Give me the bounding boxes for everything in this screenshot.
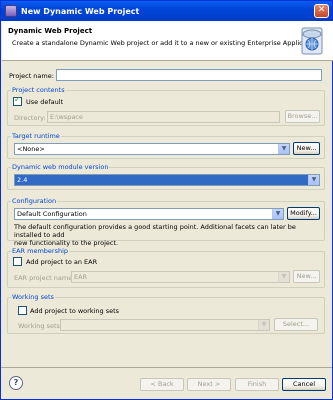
project-name-input[interactable] bbox=[56, 69, 322, 81]
next-button[interactable]: Next > bbox=[187, 378, 231, 391]
back-button[interactable]: < Back bbox=[140, 378, 184, 391]
target-runtime-new-button[interactable]: New... bbox=[293, 142, 320, 155]
target-runtime-value: <None> bbox=[17, 145, 45, 153]
add-to-working-sets-checkbox[interactable] bbox=[18, 306, 27, 315]
chevron-down-icon[interactable]: ▼ bbox=[308, 175, 319, 185]
window-title: New Dynamic Web Project bbox=[21, 6, 140, 16]
check-icon: ✓ bbox=[14, 95, 21, 104]
ear-project-name-value: EAR bbox=[74, 273, 88, 281]
help-icon[interactable]: ? bbox=[9, 376, 23, 390]
configuration-modify-button[interactable]: Modify... bbox=[287, 207, 320, 220]
project-name-label: Project name: bbox=[9, 72, 54, 80]
chevron-down-icon[interactable]: ▼ bbox=[258, 320, 269, 330]
add-to-working-sets-label: Add project to working sets bbox=[30, 307, 120, 315]
chevron-down-icon[interactable]: ▼ bbox=[278, 272, 289, 282]
directory-input[interactable]: E:\wspace bbox=[47, 111, 280, 123]
web-project-wizard-banner-icon bbox=[301, 27, 323, 55]
module-version-title: Dynamic web module version bbox=[11, 163, 110, 171]
module-version-value: 2.4 bbox=[17, 176, 28, 184]
project-contents-title: Project contents bbox=[11, 86, 66, 94]
add-to-ear-label: Add project to an EAR bbox=[26, 258, 98, 266]
working-sets-title: Working sets bbox=[11, 293, 55, 301]
header-title: Dynamic Web Project bbox=[8, 27, 93, 35]
working-sets-select-button[interactable]: Select... bbox=[274, 318, 318, 331]
close-button[interactable]: ✕ bbox=[314, 4, 329, 18]
footer-divider bbox=[1, 367, 332, 368]
ear-project-name-label: EAR project name: bbox=[14, 274, 75, 282]
ear-new-button[interactable]: New... bbox=[293, 270, 320, 283]
header-description: Create a standalone Dynamic Web project … bbox=[12, 39, 322, 47]
configuration-value: Default Configuration bbox=[17, 210, 87, 218]
finish-button[interactable]: Finish bbox=[235, 378, 279, 391]
add-to-ear-checkbox[interactable] bbox=[13, 257, 22, 266]
configuration-title: Configuration bbox=[11, 197, 58, 205]
use-default-label: Use default bbox=[26, 98, 64, 106]
target-runtime-title: Target runtime bbox=[11, 132, 61, 140]
ear-project-name-select[interactable]: EAR ▼ bbox=[71, 271, 290, 283]
title-bar[interactable]: New Dynamic Web Project ✕ bbox=[1, 1, 332, 21]
cancel-button[interactable]: Cancel bbox=[282, 378, 326, 391]
configuration-description-line2: new functionality to the project. bbox=[14, 239, 119, 247]
chevron-down-icon[interactable]: ▼ bbox=[278, 144, 289, 154]
target-runtime-select[interactable]: <None> ▼ bbox=[14, 143, 290, 155]
module-version-select[interactable]: 2.4 ▼ bbox=[14, 174, 320, 186]
use-default-checkbox[interactable]: ✓ bbox=[13, 95, 22, 106]
working-sets-select[interactable]: ▼ bbox=[60, 319, 270, 331]
dialog-window: New Dynamic Web Project ✕ Dynamic Web Pr… bbox=[0, 0, 333, 400]
configuration-description-line1: The default configuration provides a goo… bbox=[14, 223, 296, 239]
configuration-select[interactable]: Default Configuration ▼ bbox=[14, 208, 284, 220]
app-icon bbox=[5, 5, 17, 17]
working-sets-label: Working sets: bbox=[18, 322, 63, 330]
browse-button[interactable]: Browse... bbox=[285, 110, 320, 123]
wizard-header: Dynamic Web Project Create a standalone … bbox=[2, 21, 333, 61]
ear-membership-title: EAR membership bbox=[11, 247, 70, 255]
configuration-description: The default configuration provides a goo… bbox=[14, 223, 324, 247]
chevron-down-icon[interactable]: ▼ bbox=[272, 209, 283, 219]
directory-label: Directory: bbox=[14, 114, 46, 122]
